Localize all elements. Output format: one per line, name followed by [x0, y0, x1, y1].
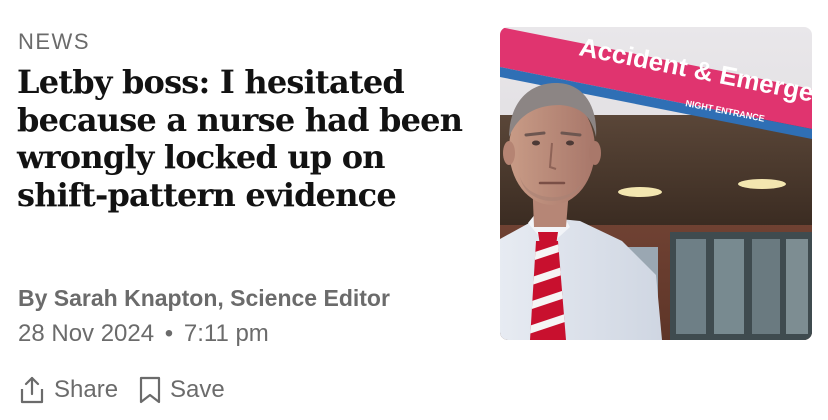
meta-separator: • — [164, 320, 174, 347]
article-photo: Accident & Emerge NIGHT ENTRANCE — [500, 27, 812, 340]
article-card[interactable]: NEWS Letby boss: I hesitated because a n… — [0, 0, 828, 420]
article-byline: By Sarah Knapton, Science Editor — [18, 285, 390, 311]
save-label: Save — [170, 376, 225, 403]
article-timestamp: 28 Nov 2024 • 7:11 pm — [18, 320, 269, 348]
article-date: 28 Nov 2024 — [18, 320, 155, 347]
save-button[interactable]: Save — [138, 375, 225, 405]
share-button[interactable]: Share — [18, 375, 118, 405]
share-icon — [20, 376, 44, 404]
article-time: 7:11 pm — [183, 320, 269, 347]
share-label: Share — [54, 376, 119, 403]
article-thumbnail[interactable]: Accident & Emerge NIGHT ENTRANCE — [500, 27, 812, 340]
bookmark-icon — [139, 376, 161, 404]
section-label: NEWS — [18, 29, 90, 54]
article-actions: Share Save — [18, 372, 225, 408]
article-headline[interactable]: Letby boss: I hesitated because a nurse … — [17, 63, 467, 214]
